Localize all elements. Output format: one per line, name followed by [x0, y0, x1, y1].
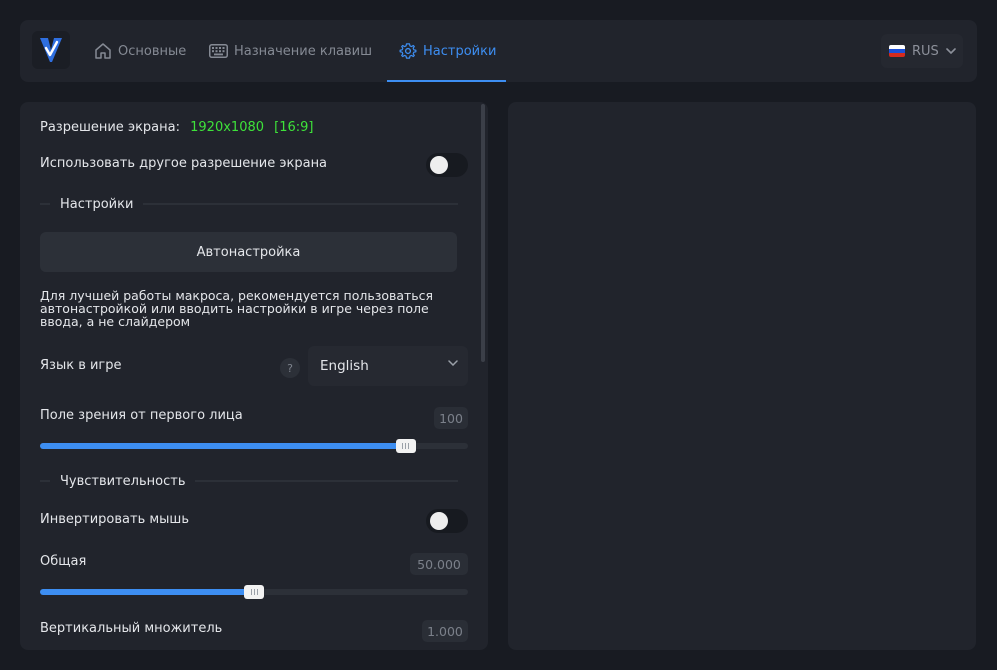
resolution-aspect: [16:9]	[274, 120, 314, 135]
game-language-select[interactable]: English	[308, 346, 468, 386]
toggle-knob	[430, 156, 448, 174]
fov-value-input[interactable]: 100	[434, 407, 468, 429]
settings-panel: Разрешение экрана: 1920x1080 [16:9] Испо…	[20, 102, 488, 650]
general-slider-thumb[interactable]	[244, 585, 264, 599]
fov-slider-thumb[interactable]	[395, 439, 416, 453]
language-code: RUS	[912, 43, 939, 59]
gear-icon	[399, 43, 417, 59]
keyboard-icon	[209, 44, 228, 58]
general-sensitivity-input[interactable]: 50.000	[410, 553, 468, 575]
autotune-note: Для лучшей работы макроса, рекомендуется…	[40, 288, 434, 329]
home-icon	[95, 43, 111, 59]
tab-main-label: Основные	[118, 43, 187, 59]
invert-mouse-label: Инвертировать мышь	[40, 512, 189, 527]
russia-flag-icon	[889, 45, 905, 57]
general-slider-fill	[40, 589, 254, 595]
top-bar: Основные Назначение клавиш Настройки RUS	[20, 20, 977, 82]
help-icon[interactable]: ?	[280, 358, 300, 378]
chevron-down-icon	[448, 360, 458, 366]
section-settings-title: Настройки	[60, 196, 134, 212]
resolution-row: Разрешение экрана: 1920x1080 [16:9]	[40, 120, 314, 135]
fov-slider-fill	[40, 443, 406, 449]
resolution-label: Разрешение экрана:	[40, 120, 180, 135]
custom-resolution-label: Использовать другое разрешение экрана	[40, 156, 328, 171]
language-selector[interactable]: RUS	[881, 34, 963, 68]
section-settings-divider: Настройки	[40, 196, 458, 212]
invert-mouse-toggle[interactable]	[426, 509, 468, 533]
general-sensitivity-label: Общая	[40, 554, 87, 569]
section-sensitivity-title: Чувствительность	[60, 473, 186, 489]
tab-keybinds-label: Назначение клавиш	[234, 43, 373, 59]
app-logo	[32, 31, 70, 69]
game-language-label: Язык в игре	[40, 358, 122, 373]
game-language-value: English	[320, 358, 369, 374]
tab-main[interactable]: Основные	[94, 20, 186, 82]
custom-resolution-toggle[interactable]	[426, 153, 468, 177]
general-sensitivity-slider[interactable]	[40, 585, 468, 599]
logo-v-icon	[40, 38, 62, 62]
fov-label: Поле зрения от первого лица	[40, 408, 243, 423]
section-sensitivity-divider: Чувствительность	[40, 473, 458, 489]
chevron-down-icon	[946, 48, 956, 54]
preview-panel	[508, 102, 976, 650]
resolution-value: 1920x1080	[190, 120, 265, 135]
fov-slider[interactable]	[40, 439, 468, 453]
tab-keybinds[interactable]: Назначение клавиш	[209, 20, 372, 82]
autotune-button[interactable]: Автонастройка	[40, 232, 457, 272]
vertical-multiplier-label: Вертикальный множитель	[40, 621, 223, 636]
vertical-multiplier-input[interactable]: 1.000	[422, 620, 468, 642]
scrollbar[interactable]	[481, 104, 485, 362]
toggle-knob	[430, 512, 448, 530]
tab-settings-label: Настройки	[423, 43, 497, 59]
tab-settings[interactable]: Настройки	[386, 20, 507, 82]
